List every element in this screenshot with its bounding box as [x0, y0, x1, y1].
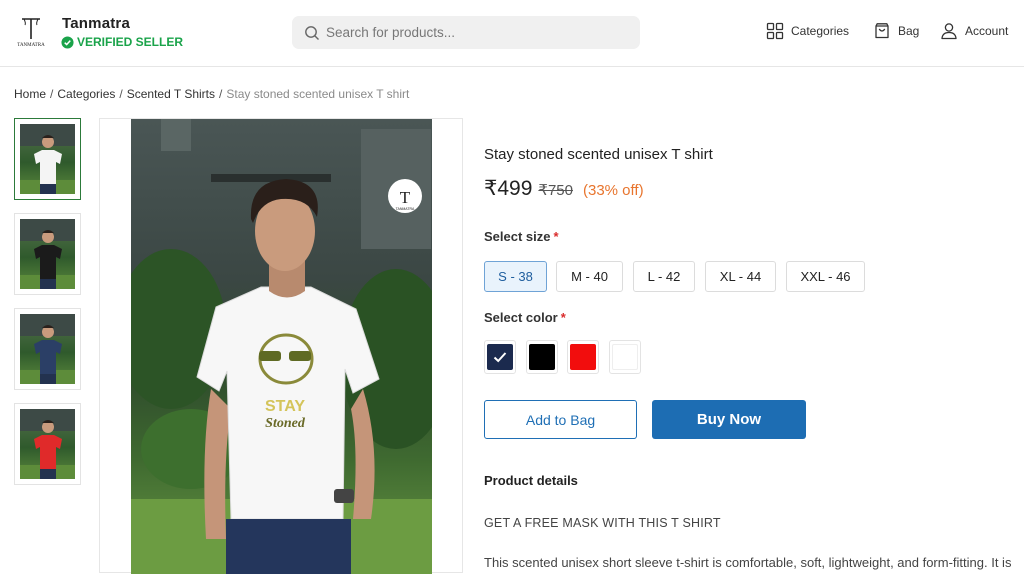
breadcrumb: Home / Categories / Scented T Shirts / S…: [14, 87, 409, 101]
thumbnail-image: [20, 314, 75, 384]
select-color-label: Select color *: [484, 310, 566, 325]
promo-text: GET A FREE MASK WITH THIS T SHIRT: [484, 516, 721, 530]
thumbnail-white[interactable]: [14, 118, 81, 200]
breadcrumb-separator: /: [50, 87, 54, 101]
breadcrumb-separator: /: [119, 87, 123, 101]
select-color-text: Select color: [484, 310, 558, 325]
product-title: Stay stoned scented unisex T shirt: [484, 146, 713, 163]
nav-account-label: Account: [965, 24, 1009, 38]
svg-text:Stoned: Stoned: [265, 416, 306, 431]
tanmatra-logo[interactable]: TANMATRA: [14, 15, 48, 49]
color-swatch-black[interactable]: [526, 340, 558, 374]
color-fill: [612, 344, 638, 370]
nav-categories[interactable]: Categories: [766, 22, 849, 40]
nav-bag-label: Bag: [898, 24, 920, 38]
product-details-heading: Product details: [484, 473, 578, 488]
breadcrumb-scented-t-shirts[interactable]: Scented T Shirts: [127, 87, 215, 101]
thumbnail-black[interactable]: [14, 213, 81, 295]
price-row: ₹499 ₹750 (33% off): [484, 176, 644, 201]
check-circle-icon: [61, 35, 74, 49]
select-size-label: Select size *: [484, 229, 559, 244]
size-option-s-38[interactable]: S - 38: [484, 261, 547, 292]
model-thumbnail: [20, 219, 75, 289]
product-photo: STAY Stoned T TANMATRA: [131, 119, 432, 574]
size-option-l-42[interactable]: L - 42: [633, 261, 695, 292]
svg-text:TANMATRA: TANMATRA: [396, 207, 415, 211]
nav-categories-label: Categories: [791, 24, 850, 38]
nav-bag[interactable]: Bag: [873, 22, 919, 40]
verified-seller-badge: VERIFIED SELLER: [61, 35, 183, 49]
bag-icon: [875, 23, 889, 39]
thumbnail-image: [20, 219, 75, 289]
original-price: ₹750: [538, 182, 573, 199]
user-icon: [941, 23, 957, 40]
color-swatch-white[interactable]: [609, 340, 641, 374]
required-asterisk: *: [553, 229, 559, 244]
buy-now-button[interactable]: Buy Now: [652, 400, 806, 439]
size-option-m-40[interactable]: M - 40: [556, 261, 623, 292]
add-to-bag-button[interactable]: Add to Bag: [484, 400, 637, 439]
logo-mark-icon: TANMATRA: [17, 18, 45, 48]
main-product-image[interactable]: STAY Stoned T TANMATRA: [99, 118, 463, 574]
check-icon: [493, 352, 507, 363]
nav-account[interactable]: Account: [940, 22, 1008, 40]
color-fill: [529, 344, 555, 370]
model-thumbnail: [20, 124, 75, 194]
color-swatch-red[interactable]: [567, 340, 599, 374]
thumbnail-navy[interactable]: [14, 308, 81, 390]
required-asterisk: *: [560, 310, 566, 325]
breadcrumb-separator: /: [219, 87, 223, 101]
svg-text:STAY: STAY: [265, 398, 305, 415]
svg-text:TANMATRA: TANMATRA: [17, 43, 45, 48]
model-thumbnail: [20, 314, 75, 384]
select-size-text: Select size: [484, 229, 551, 244]
color-fill: [570, 344, 596, 370]
thumbnail-red[interactable]: [14, 403, 81, 485]
breadcrumb-home[interactable]: Home: [14, 87, 46, 101]
search-icon: [305, 25, 319, 40]
size-option-xxl-46[interactable]: XXL - 46: [786, 261, 865, 292]
thumbnail-image: [20, 124, 75, 194]
svg-text:T: T: [400, 188, 411, 207]
discount-percent: (33% off): [582, 182, 644, 199]
search-input[interactable]: [326, 25, 626, 40]
search-bar[interactable]: [292, 16, 640, 49]
product-description: This scented unisex short sleeve t-shirt…: [484, 555, 1012, 576]
model-photo: STAY Stoned T TANMATRA: [131, 119, 432, 574]
breadcrumb-categories[interactable]: Categories: [57, 87, 115, 101]
color-fill: [487, 344, 513, 370]
model-thumbnail: [20, 409, 75, 479]
thumbnail-image: [20, 409, 75, 479]
top-header: TANMATRA Tanmatra VERIFIED SELLER Catego…: [0, 0, 1024, 67]
brand-name[interactable]: Tanmatra: [62, 15, 130, 32]
size-option-xl-44[interactable]: XL - 44: [705, 261, 776, 292]
grid-icon: [766, 22, 784, 40]
verified-label: VERIFIED SELLER: [77, 35, 184, 49]
color-swatch-navy[interactable]: [484, 340, 516, 374]
selling-price: ₹499: [484, 177, 533, 200]
breadcrumb-current: Stay stoned scented unisex T shirt: [226, 87, 410, 101]
